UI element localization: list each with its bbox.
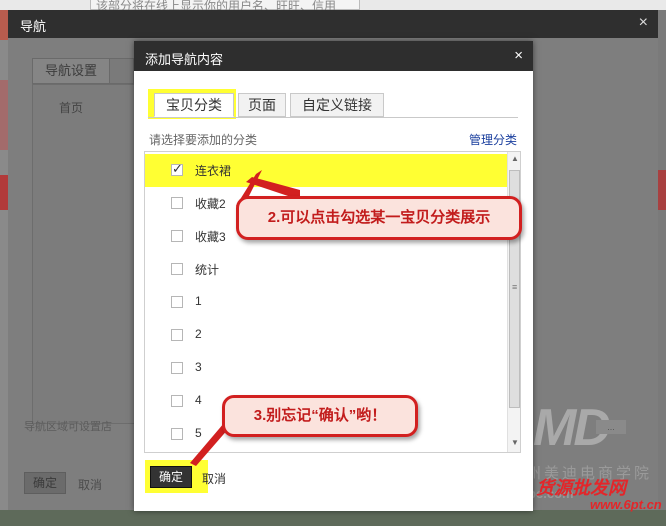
callout-select-category: 2.可以点击勾选某一宝贝分类展示	[236, 196, 522, 240]
callout-confirm: 3.别忘记“确认”哟！	[222, 395, 418, 437]
callout-arrows	[190, 170, 300, 466]
